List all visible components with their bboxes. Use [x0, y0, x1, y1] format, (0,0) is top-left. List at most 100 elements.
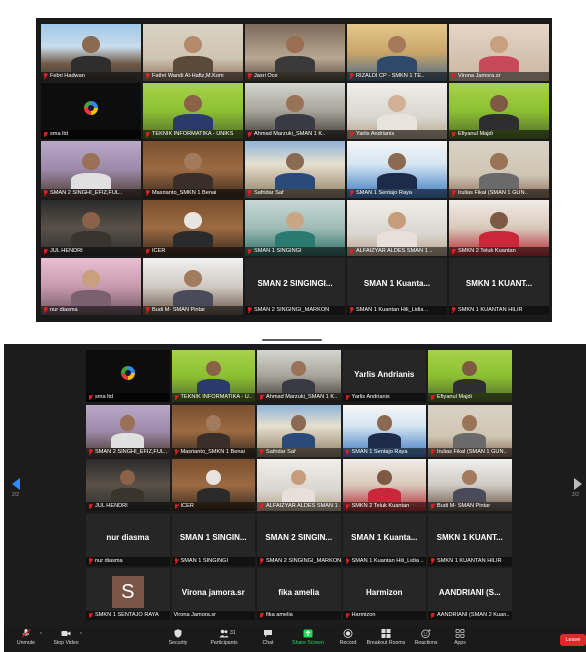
participants-button[interactable]: Participants 31 — [202, 629, 246, 646]
participant-display-name: SMKN 1 KUANT... — [436, 533, 503, 543]
participant-head — [82, 270, 100, 288]
participant-name: sma ltd — [50, 131, 69, 137]
unmute-caret-icon[interactable]: ^ — [40, 632, 42, 638]
participant-name-bar: AANDRIANI (SMAN 2 Kuan.. — [428, 611, 512, 620]
participant-tile[interactable]: RIZALDI CP - SMKN 1 TE.. — [347, 24, 447, 81]
participant-tile[interactable]: SMAN 1 SINGIN... SMAN 1 SINGINGI — [171, 513, 255, 566]
participant-name-bar: Irulias Fikal (SMAN 1 GUN.. — [428, 447, 512, 457]
participant-tile[interactable]: Ahmad Marzuki_SMAN 1 K.. — [245, 82, 345, 139]
breakout-rooms-button[interactable]: Breakout Rooms — [364, 629, 408, 646]
previous-page-arrow-icon[interactable] — [12, 478, 20, 490]
participant-head — [291, 415, 307, 431]
participant-tile[interactable]: JUL HENDRI — [86, 459, 170, 511]
participant-tile[interactable]: SMAN 1 Kuanta... SMAN 1 Kuantan Hili_Lidi… — [342, 513, 426, 566]
share-screen-button[interactable]: Share Screen — [286, 629, 330, 646]
participant-tile[interactable]: Yarlis Andrianis Yarlis Andrianis — [342, 350, 426, 402]
participant-tile[interactable]: sma ltd — [86, 350, 170, 402]
participant-tile[interactable]: Jasri Oce — [245, 24, 345, 81]
participant-tile[interactable]: ALFAIZYAR ALDES SMAN 1 .. — [347, 199, 447, 256]
participant-tile[interactable]: Yarlis Andrianis — [347, 82, 447, 139]
participant-figure — [375, 94, 419, 130]
camera-logo-icon — [120, 366, 135, 381]
participant-tile[interactable]: Irulias Fikal (SMAN 1 GUN.. — [428, 404, 512, 457]
video-caret-icon[interactable]: ^ — [80, 632, 82, 638]
participant-tile[interactable]: Virona jamora.sr Virona Jamora.sr — [171, 568, 255, 620]
participant-tile[interactable]: SMAN 1 Sentajo Raya — [342, 404, 426, 457]
participant-figure — [171, 153, 215, 189]
participant-name-bar: SMAN 1 Sentajo Raya — [342, 447, 426, 457]
participant-tile[interactable]: Masrianto_SMKN 1 Benai — [171, 404, 255, 457]
participant-body — [71, 289, 111, 306]
participant-tile[interactable]: Budi M- SMAN Pintar — [428, 459, 512, 511]
participant-tile[interactable]: TEKNIK INFORMATIKA - UNIKS — [143, 82, 243, 139]
participant-tile[interactable]: fika amelia fika amelia — [257, 568, 341, 620]
participant-tile[interactable]: JUL HENDRI — [41, 199, 141, 256]
participant-name-bar: Virona Jamora.sr — [449, 71, 549, 81]
participant-tile[interactable]: ICER — [143, 199, 243, 256]
participant-tile[interactable]: Budi M- SMAN Pintar — [143, 258, 243, 315]
participant-tile[interactable]: SMKN 1 KUANT... SMKN 1 KUANTAN HILIR — [449, 258, 549, 315]
participant-tile[interactable]: Efiyanul Majdi — [428, 350, 512, 402]
participant-tile[interactable]: Safridar Saf — [245, 141, 345, 198]
chat-button[interactable]: Chat — [246, 629, 290, 646]
stop-video-button[interactable]: Stop Video ^ — [44, 629, 88, 646]
participant-tile[interactable]: nur diasma nur diasma — [86, 513, 170, 566]
participant-tile[interactable]: SMAN 2 SINGINGI... SMAN 2 SINGINGI_MARKON — [245, 258, 345, 315]
participant-tile[interactable]: TEKNIK INFORMATIKA - U.. — [171, 350, 255, 402]
participant-tile[interactable]: SMAN 1 Kuanta... SMAN 1 Kuantan Hili_Lidi… — [347, 258, 447, 315]
participant-tile[interactable]: SMAN 2 SINGHI_EFIZ,FUL.. — [41, 141, 141, 198]
participant-tile[interactable]: SMAN 2 SINGHI_EFIZ,FUL.. — [86, 404, 170, 457]
microphone-muted-icon — [43, 73, 48, 79]
participant-tile[interactable]: Virona Jamora.sr — [449, 24, 549, 81]
participant-tile[interactable]: Ahmad Marzuki_SMAN 1 K.. — [257, 350, 341, 402]
participant-name-bar: SMAN 2 SINGINGI_MARKON — [245, 305, 345, 315]
participant-tile[interactable]: Febri Hadwan — [41, 24, 141, 81]
participant-tile[interactable]: sma ltd — [41, 82, 141, 139]
participant-name: Harmizon — [351, 612, 376, 618]
microphone-muted-icon — [345, 503, 350, 510]
unmute-button[interactable]: Unmute ^ — [4, 629, 48, 646]
participant-body — [479, 172, 519, 189]
participant-figure — [69, 153, 113, 189]
participant-tile[interactable]: Masrianto_SMKN 1 Benai — [143, 141, 243, 198]
avatar: S — [111, 576, 144, 608]
participant-name: SMAN 1 SINGINGI — [254, 248, 302, 254]
participant-name-bar: Ahmad Marzuki_SMAN 1 K.. — [245, 130, 345, 139]
participant-tile[interactable]: SMKN 2 Teluk Kuantan — [342, 459, 426, 511]
participant-name-bar: TEKNIK INFORMATIKA - UNIKS — [143, 130, 243, 139]
participant-tile[interactable]: ALFAIZYAR ALDES SMAN 1 .. — [257, 459, 341, 511]
participant-name-bar: Efiyanul Majdi — [428, 393, 512, 402]
leave-button[interactable]: Leave — [560, 634, 586, 646]
participant-name-bar: SMKN 1 KUANTAN HILIR — [449, 305, 549, 315]
participant-name: SMAN 2 SINGINGI_MARKON — [254, 306, 330, 313]
participant-figure — [273, 36, 317, 72]
apps-button[interactable]: Apps — [438, 629, 482, 646]
participant-tile[interactable]: nur diasma — [41, 258, 141, 315]
participant-tile[interactable]: Irulias Fikal (SMAN 1 GUN.. — [449, 141, 549, 198]
participant-tile[interactable]: AANDRIANI (S... AANDRIANI (SMAN 2 Kuan.. — [428, 568, 512, 620]
participant-tile[interactable]: SMKN 1 KUANT... SMKN 1 KUANTAN HILIR — [428, 513, 512, 566]
participant-name: sma ltd — [95, 394, 114, 400]
participant-tile[interactable]: Efiyanul Majdi — [449, 82, 549, 139]
participant-tile[interactable]: SMAN 1 Sentajo Raya — [347, 141, 447, 198]
participant-tile[interactable]: Fathri Wandi Al-Hafiz,M.Kom — [143, 24, 243, 81]
participant-display-name: Yarlis Andrianis — [354, 369, 415, 379]
participant-tile[interactable]: Safridar Saf — [257, 404, 341, 457]
participant-figure — [451, 469, 488, 502]
participant-tile[interactable]: ICER — [171, 459, 255, 511]
next-page-arrow-icon[interactable] — [574, 478, 582, 490]
participant-figure — [375, 211, 419, 247]
microphone-muted-icon — [345, 449, 350, 455]
participant-tile[interactable]: S SMKN 1 SENTAJO RAYA — [86, 568, 170, 620]
participant-figure — [109, 469, 146, 502]
participant-tile[interactable]: SMAN 2 SINGIN... SMAN 2 SINGINGI_MARKON — [257, 513, 341, 566]
security-button[interactable]: Security — [156, 629, 200, 646]
participant-head — [205, 415, 221, 431]
participant-figure — [171, 36, 215, 72]
participant-tile[interactable]: SMKN 2 Teluk Kuantan — [449, 199, 549, 256]
participant-tile[interactable]: SMAN 1 SINGINGI — [245, 199, 345, 256]
participant-tile[interactable]: Harmizon Harmizon — [342, 568, 426, 620]
gallery-view-page-1: Febri Hadwan Fathri Wandi Al-Hafiz,M.Kom J… — [36, 18, 552, 322]
participant-figure — [273, 94, 317, 130]
participant-name: SMKN 1 KUANTAN HILIR — [437, 557, 502, 564]
